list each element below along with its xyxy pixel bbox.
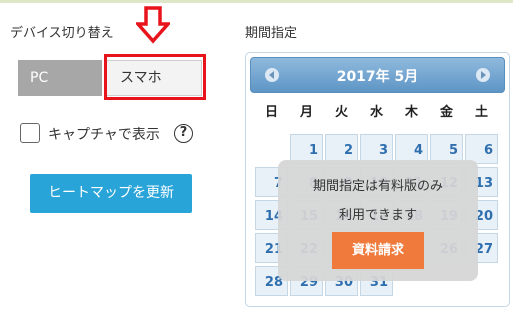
weekday-header: 木 <box>404 105 418 120</box>
capture-checkbox-label[interactable]: キャプチャで表示 <box>48 124 160 144</box>
down-arrow-icon <box>136 6 170 44</box>
weekday-header: 月 <box>299 105 313 120</box>
paid-feature-overlay: 期間指定は有料版のみ 利用できます 資料請求 <box>278 160 478 281</box>
selection-highlight-box <box>104 54 206 100</box>
device-switch-label: デバイス切り替え <box>10 26 114 41</box>
overlay-message: 期間指定は有料版のみ <box>312 179 443 194</box>
device-option-pc[interactable]: PC <box>18 60 102 96</box>
request-materials-button[interactable]: 資料請求 <box>332 232 424 269</box>
weekday-header: 水 <box>369 105 383 120</box>
weekday-header: 土 <box>474 105 488 120</box>
help-icon[interactable]: ? <box>174 124 193 143</box>
calendar-title: 2017年 5月 <box>336 69 419 85</box>
overlay-message-sub: 利用できます <box>338 208 417 223</box>
calendar-header: 2017年 5月 <box>250 57 505 93</box>
period-label: 期間指定 <box>245 26 298 41</box>
next-month-icon[interactable] <box>476 68 490 82</box>
update-heatmap-button[interactable]: ヒートマップを更新 <box>30 174 192 213</box>
weekday-header: 火 <box>334 105 348 120</box>
weekday-header: 日 <box>264 105 278 120</box>
weekday-header: 金 <box>439 105 453 120</box>
capture-checkbox[interactable] <box>20 123 40 143</box>
top-divider <box>0 0 513 3</box>
